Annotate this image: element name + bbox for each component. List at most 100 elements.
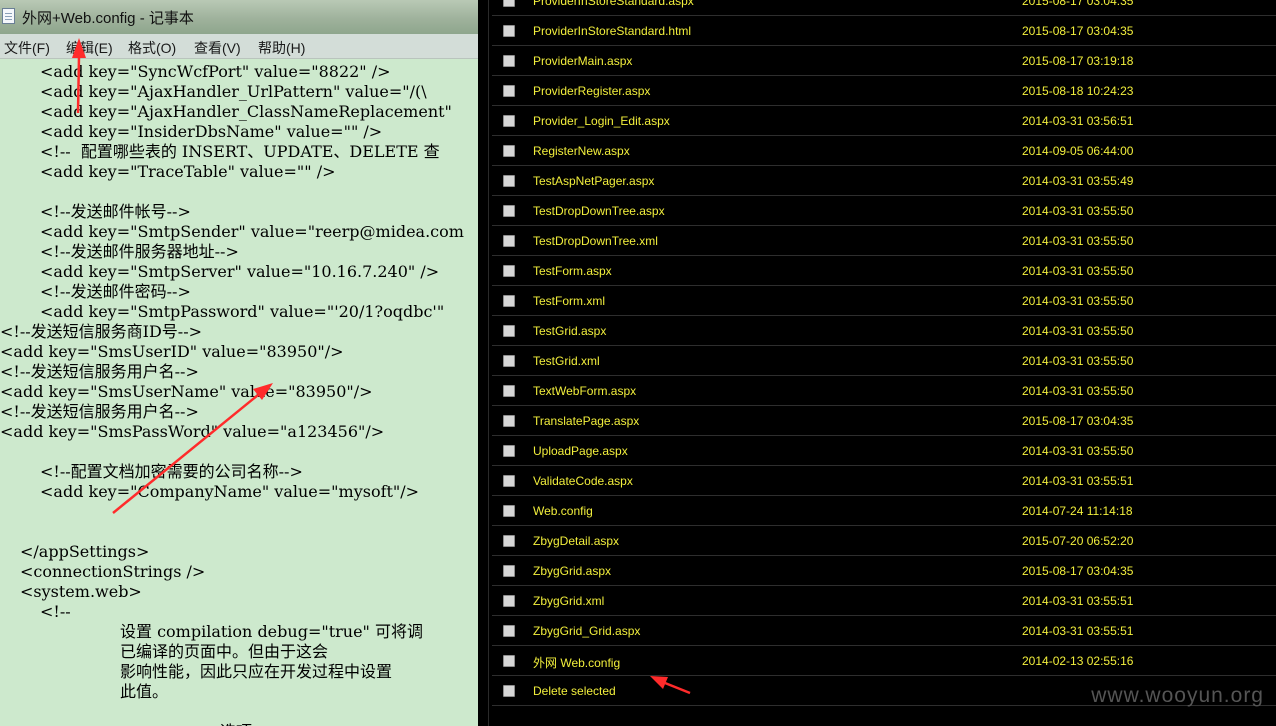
file-row: UploadPage.aspx 2014-03-31 03:55:50 (492, 437, 1276, 466)
file-name-link[interactable]: TestDropDownTree.aspx (533, 204, 665, 218)
file-name-link[interactable]: ValidateCode.aspx (533, 474, 633, 488)
file-date: 2014-03-31 03:55:51 (1022, 474, 1134, 488)
code-line: <!--发送邮件帐号--> (40, 202, 191, 221)
file-checkbox[interactable] (503, 235, 515, 247)
file-name-link[interactable]: TestGrid.xml (533, 354, 600, 368)
file-name-link[interactable]: ZbygGrid.xml (533, 594, 604, 608)
file-checkbox[interactable] (503, 55, 515, 67)
code-line: <!--发送短信服务商ID号--> (0, 322, 203, 341)
code-line: <add key="SmtpSender" value="reerp@midea… (40, 222, 464, 241)
file-checkbox[interactable] (503, 445, 515, 457)
file-name-link[interactable]: TestForm.aspx (533, 264, 612, 278)
file-date: 2014-03-31 03:56:51 (1022, 114, 1134, 128)
file-name-link[interactable]: TextWebForm.aspx (533, 384, 636, 398)
code-line: <add key="AjaxHandler_UrlPattern" value=… (40, 82, 427, 101)
code-line: <!-- (40, 602, 71, 621)
file-row: 外网 Web.config 2014-02-13 02:55:16 (492, 647, 1276, 676)
code-line: <add key="CompanyName" value="mysoft"/> (40, 482, 420, 501)
file-checkbox[interactable] (503, 595, 515, 607)
watermark: www.wooyun.org (1091, 684, 1264, 707)
delete-checkbox[interactable] (503, 685, 515, 697)
file-name-link[interactable]: ProviderInStoreStandard.aspx (533, 0, 694, 8)
file-date: 2014-07-24 11:14:18 (1022, 504, 1133, 518)
file-name-link[interactable]: ZbygGrid_Grid.aspx (533, 624, 640, 638)
file-date: 2014-09-05 06:44:00 (1022, 144, 1134, 158)
file-name-link[interactable]: TranslatePage.aspx (533, 414, 639, 428)
file-row: ProviderRegister.aspx 2015-08-18 10:24:23 (492, 77, 1276, 106)
file-checkbox[interactable] (503, 655, 515, 667)
file-checkbox[interactable] (503, 295, 515, 307)
file-date: 2015-08-17 03:04:35 (1022, 414, 1134, 428)
code-line: 此值。 (120, 682, 169, 701)
code-line: <add key="TraceTable" value="" /> (40, 162, 336, 181)
file-checkbox[interactable] (503, 0, 515, 7)
file-name-link[interactable]: ZbygGrid.aspx (533, 564, 611, 578)
file-name-link[interactable]: 外网 Web.config (533, 654, 620, 671)
file-checkbox[interactable] (503, 355, 515, 367)
file-date: 2015-08-17 03:04:35 (1022, 0, 1134, 8)
file-row: TranslatePage.aspx 2015-08-17 03:04:35 (492, 407, 1276, 436)
file-name-link[interactable]: UploadPage.aspx (533, 444, 628, 458)
file-name-link[interactable]: TestGrid.aspx (533, 324, 606, 338)
code-line: <add key="SmsUserName" value="83950"/> (0, 382, 373, 401)
file-checkbox[interactable] (503, 535, 515, 547)
file-checkbox[interactable] (503, 325, 515, 337)
code-line: <add key="InsiderDbsName" value="" /> (40, 122, 383, 141)
notepad-titlebar[interactable]: 外网+Web.config - 记事本 (0, 0, 478, 34)
menu-help[interactable]: 帮助(H) (258, 38, 305, 58)
menu-format[interactable]: 格式(O) (128, 38, 176, 58)
file-date: 2014-02-13 02:55:16 (1022, 654, 1134, 668)
file-checkbox[interactable] (503, 205, 515, 217)
notepad-app-icon (2, 8, 15, 24)
code-line: <add key="AjaxHandler_ClassNameReplaceme… (40, 102, 452, 121)
file-date: 2015-07-20 06:52:20 (1022, 534, 1134, 548)
menu-view[interactable]: 查看(V) (194, 38, 241, 58)
file-checkbox[interactable] (503, 85, 515, 97)
file-checkbox[interactable] (503, 565, 515, 577)
file-checkbox[interactable] (503, 145, 515, 157)
file-name-link[interactable]: ProviderInStoreStandard.html (533, 24, 691, 38)
file-checkbox[interactable] (503, 505, 515, 517)
delete-selected-link[interactable]: Delete selected (533, 684, 616, 698)
file-checkbox[interactable] (503, 265, 515, 277)
file-name-link[interactable]: Web.config (533, 504, 593, 518)
code-line: <add key="SmtpPassword" value="'20/1?oqd… (40, 302, 445, 321)
file-date: 2014-03-31 03:55:50 (1022, 234, 1134, 248)
file-checkbox[interactable] (503, 385, 515, 397)
file-name-link[interactable]: TestForm.xml (533, 294, 605, 308)
file-row: ProviderInStoreStandard.aspx 2015-08-17 0… (492, 0, 1276, 16)
file-date: 2014-03-31 03:55:50 (1022, 324, 1134, 338)
file-name-link[interactable]: ZbygDetail.aspx (533, 534, 619, 548)
menu-bar: 文件(F) 编辑(E) 格式(O) 查看(V) 帮助(H) (0, 34, 478, 59)
file-row: RegisterNew.aspx 2014-09-05 06:44:00 (492, 137, 1276, 166)
file-date: 2015-08-18 10:24:23 (1022, 84, 1134, 98)
file-row: TestAspNetPager.aspx 2014-03-31 03:55:49 (492, 167, 1276, 196)
text-editor[interactable]: <add key="SyncWcfPort" value="8822" /> <a… (0, 59, 478, 726)
file-name-link[interactable]: RegisterNew.aspx (533, 144, 630, 158)
file-date: 2014-03-31 03:55:50 (1022, 264, 1134, 278)
window-title: 外网+Web.config - 记事本 (22, 10, 194, 27)
file-checkbox[interactable] (503, 625, 515, 637)
file-row: TextWebForm.aspx 2014-03-31 03:55:50 (492, 377, 1276, 406)
notepad-window: 外网+Web.config - 记事本 文件(F) 编辑(E) 格式(O) 查看… (0, 0, 478, 726)
file-date: 2014-03-31 03:55:50 (1022, 384, 1134, 398)
code-line: <connectionStrings /> (20, 562, 206, 581)
file-date: 2014-03-31 03:55:50 (1022, 354, 1134, 368)
file-name-link[interactable]: TestDropDownTree.xml (533, 234, 658, 248)
menu-edit[interactable]: 编辑(E) (66, 38, 113, 58)
file-row: Provider_Login_Edit.aspx 2014-03-31 03:56… (492, 107, 1276, 136)
file-name-link[interactable]: ProviderMain.aspx (533, 54, 632, 68)
file-row: TestDropDownTree.aspx 2014-03-31 03:55:50 (492, 197, 1276, 226)
code-line: <add key="SyncWcfPort" value="8822" /> (40, 62, 391, 81)
file-checkbox[interactable] (503, 25, 515, 37)
file-name-link[interactable]: TestAspNetPager.aspx (533, 174, 654, 188)
file-checkbox[interactable] (503, 475, 515, 487)
file-name-link[interactable]: ProviderRegister.aspx (533, 84, 650, 98)
menu-file[interactable]: 文件(F) (4, 38, 50, 58)
file-row: ZbygDetail.aspx 2015-07-20 06:52:20 (492, 527, 1276, 556)
file-checkbox[interactable] (503, 115, 515, 127)
file-checkbox[interactable] (503, 175, 515, 187)
file-checkbox[interactable] (503, 415, 515, 427)
file-name-link[interactable]: Provider_Login_Edit.aspx (533, 114, 670, 128)
file-row: ValidateCode.aspx 2014-03-31 03:55:51 (492, 467, 1276, 496)
